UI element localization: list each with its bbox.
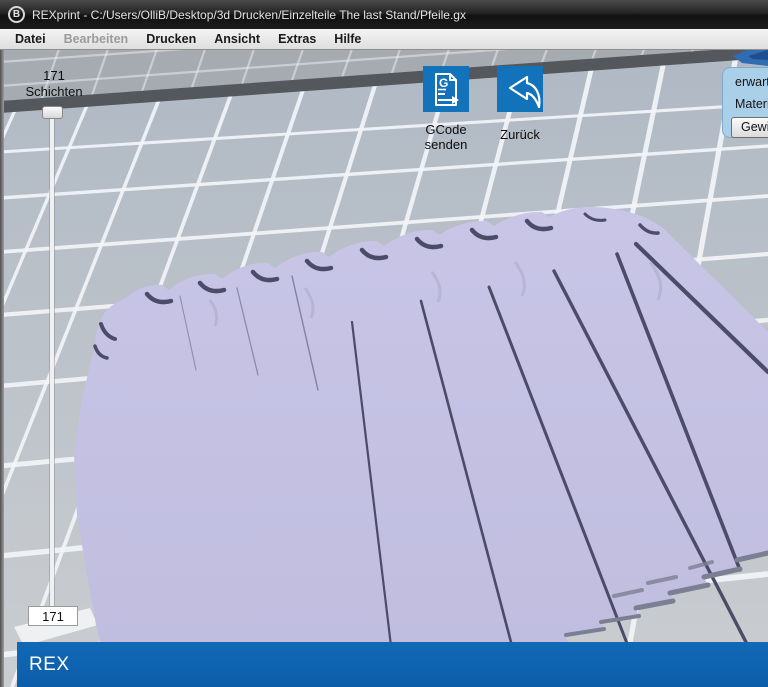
layer-count-label: 171 Schichten <box>14 68 94 100</box>
back-label: Zurück <box>480 127 560 142</box>
viewport-3d[interactable] <box>0 0 768 687</box>
menu-drucken[interactable]: Drucken <box>137 30 205 48</box>
menu-extras[interactable]: Extras <box>269 30 325 48</box>
menu-bearbeiten: Bearbeiten <box>55 30 138 48</box>
menu-ansicht[interactable]: Ansicht <box>205 30 269 48</box>
layer-slider-track[interactable] <box>50 118 54 608</box>
layer-slider-handle[interactable] <box>42 106 63 119</box>
rexprint-logo-icon: B <box>8 6 25 23</box>
footer-bar: REX <box>17 642 768 687</box>
window-left-border <box>0 29 4 687</box>
app-window: B REXprint - C:/Users/OlliB/Desktop/3d D… <box>0 0 768 687</box>
gcode-send-label: GCode senden <box>404 122 488 152</box>
info-material-label: Materia <box>735 96 768 112</box>
info-expected-label: erwarte <box>735 74 768 90</box>
menu-bar: Datei Bearbeiten Drucken Ansicht Extras … <box>0 29 768 50</box>
info-panel: erwarte Materia Gewich <box>722 67 768 138</box>
menu-hilfe[interactable]: Hilfe <box>325 30 370 48</box>
back-arrow-icon <box>497 66 543 112</box>
svg-text:G: G <box>439 76 448 90</box>
layer-count-value: 171 <box>14 68 94 84</box>
layer-current-value: 171 <box>28 606 78 626</box>
menu-datei[interactable]: Datei <box>6 30 55 48</box>
window-title: REXprint - C:/Users/OlliB/Desktop/3d Dru… <box>32 8 466 22</box>
footer-brand: REX <box>29 654 70 676</box>
gcode-send-button[interactable]: G <box>423 66 469 112</box>
title-bar: B REXprint - C:/Users/OlliB/Desktop/3d D… <box>0 0 768 29</box>
gcode-document-icon: G <box>423 66 469 112</box>
back-button[interactable] <box>497 66 543 112</box>
layer-count-caption: Schichten <box>14 84 94 100</box>
weight-button[interactable]: Gewich <box>731 117 768 138</box>
